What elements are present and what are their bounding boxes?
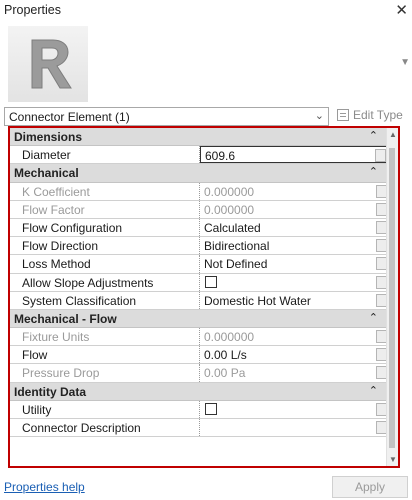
property-value: 0.00 Pa <box>204 366 246 381</box>
revit-logo-icon <box>31 39 72 89</box>
close-icon[interactable]: ✕ <box>395 1 408 19</box>
property-name: Flow Direction <box>22 239 99 254</box>
property-name-cell: Fixture Units <box>10 328 200 346</box>
property-value-cell: 0.000000 <box>200 328 388 345</box>
property-name: Connector Description <box>22 421 141 435</box>
properties-rows: Dimensions ⌃ Diameter 609.6 Mechanical ⌃ K Coe… <box>10 128 388 438</box>
property-name-cell: Diameter <box>10 146 200 164</box>
property-value: Not Defined <box>204 257 268 272</box>
properties-help-link[interactable]: Properties help <box>4 480 85 494</box>
property-row[interactable]: Connector Description <box>10 419 388 438</box>
property-name-cell: Allow Slope Adjustments <box>10 273 200 291</box>
scroll-up-icon[interactable]: ▲ <box>389 130 397 139</box>
property-value-cell[interactable]: Calculated <box>200 219 388 236</box>
property-row[interactable]: Flow Configuration Calculated <box>10 218 388 238</box>
property-row[interactable]: Utility <box>10 400 388 419</box>
property-value-cell[interactable] <box>200 419 388 436</box>
checkbox[interactable] <box>205 275 217 288</box>
panel-title: Properties <box>4 3 61 17</box>
property-value-cell[interactable]: 0.00 L/s <box>200 346 388 363</box>
apply-button[interactable]: Apply <box>332 476 408 498</box>
property-name: System Classification <box>22 293 137 308</box>
property-name-cell: Utility <box>10 400 200 418</box>
property-row[interactable]: Fixture Units 0.000000 <box>10 328 388 347</box>
property-value-cell[interactable]: Not Defined <box>200 255 388 272</box>
property-value: 609.6 <box>205 149 236 164</box>
scroll-thumb[interactable] <box>389 148 395 448</box>
edit-type-icon <box>337 109 349 121</box>
property-value-cell[interactable]: Domestic Hot Water <box>200 292 388 309</box>
group-label: Dimensions <box>14 130 83 144</box>
group-label: Mechanical - Flow <box>14 311 117 326</box>
collapse-icon[interactable]: ⌃ <box>369 129 378 142</box>
property-row[interactable]: System Classification Domestic Hot Water <box>10 291 388 310</box>
element-selector[interactable]: Connector Element (1) ⌄ <box>4 107 329 126</box>
property-value: Calculated <box>204 220 261 235</box>
property-name: K Coefficient <box>22 184 90 199</box>
property-name: Allow Slope Adjustments <box>22 275 154 290</box>
group-label: Identity Data <box>14 384 87 399</box>
group-header[interactable]: Dimensions ⌃ <box>10 128 388 147</box>
property-row[interactable]: Allow Slope Adjustments <box>10 273 388 292</box>
property-row[interactable]: Flow 0.00 L/s <box>10 346 388 365</box>
property-name-cell: Connector Description <box>10 419 200 437</box>
property-value: 0.000000 <box>204 202 255 217</box>
property-value-cell[interactable] <box>200 274 388 291</box>
property-row[interactable]: Diameter 609.6 <box>10 146 388 165</box>
footer: Properties help Apply <box>0 470 412 500</box>
titlebar: Properties ✕ <box>0 0 412 22</box>
property-value-cell[interactable] <box>200 401 388 418</box>
property-name: Utility <box>22 402 52 417</box>
property-value-cell: 0.00 Pa <box>200 364 388 381</box>
property-name: Loss Method <box>22 257 91 272</box>
edit-type-button[interactable]: Edit Type <box>337 108 403 122</box>
property-name-cell: Pressure Drop <box>10 364 200 382</box>
edit-type-label: Edit Type <box>353 108 403 122</box>
collapse-icon[interactable]: ⌃ <box>369 165 378 178</box>
scrollbar[interactable]: ▲ ▼ <box>386 128 398 466</box>
property-row[interactable]: Flow Factor 0.000000 <box>10 200 388 219</box>
property-name-cell: Flow <box>10 346 200 364</box>
property-value: 0.000000 <box>204 184 255 199</box>
property-row[interactable]: Pressure Drop 0.00 Pa <box>10 364 388 383</box>
property-row[interactable]: Flow Direction Bidirectional <box>10 237 388 256</box>
property-name: Fixture Units <box>22 330 90 345</box>
property-name-cell: Flow Factor <box>10 200 200 218</box>
type-dropdown-icon[interactable]: ▼ <box>400 57 410 68</box>
collapse-icon[interactable]: ⌃ <box>369 311 378 324</box>
property-name: Diameter <box>22 148 71 163</box>
property-name-cell: K Coefficient <box>10 182 200 200</box>
property-value: Domestic Hot Water <box>204 293 311 308</box>
property-name: Flow Configuration <box>22 220 123 235</box>
property-value: Bidirectional <box>204 239 270 254</box>
group-header[interactable]: Mechanical - Flow ⌃ <box>10 309 388 329</box>
property-name: Flow Factor <box>22 202 85 217</box>
selector-value: Connector Element (1) <box>9 110 130 124</box>
type-image[interactable] <box>8 26 88 102</box>
scroll-down-icon[interactable]: ▼ <box>389 455 397 464</box>
value-button[interactable] <box>375 149 386 163</box>
property-row[interactable]: Loss Method Not Defined <box>10 255 388 274</box>
property-row[interactable]: K Coefficient 0.000000 <box>10 182 388 201</box>
collapse-icon[interactable]: ⌃ <box>369 384 378 397</box>
property-name-cell: Loss Method <box>10 255 200 273</box>
properties-grid: Dimensions ⌃ Diameter 609.6 Mechanical ⌃ K Coe… <box>8 126 400 468</box>
property-value: 0.00 L/s <box>204 348 247 363</box>
property-name-cell: System Classification <box>10 291 200 309</box>
property-name: Pressure Drop <box>22 366 100 381</box>
group-label: Mechanical <box>14 166 79 181</box>
property-name-cell: Flow Direction <box>10 237 200 255</box>
checkbox[interactable] <box>205 402 217 415</box>
group-header[interactable]: Identity Data ⌃ <box>10 382 388 401</box>
property-value-cell[interactable]: 609.6 <box>200 146 388 164</box>
property-name: Flow <box>22 348 48 363</box>
property-value-cell: 0.000000 <box>200 183 388 200</box>
selector-row: Connector Element (1) ⌄ Edit Type <box>4 107 408 126</box>
property-name-cell: Flow Configuration <box>10 218 200 237</box>
group-header[interactable]: Mechanical ⌃ <box>10 164 388 183</box>
property-value-cell[interactable]: Bidirectional <box>200 237 388 254</box>
property-value-cell: 0.000000 <box>200 201 388 218</box>
chevron-down-icon: ⌄ <box>314 110 324 122</box>
property-value: 0.000000 <box>204 330 255 345</box>
